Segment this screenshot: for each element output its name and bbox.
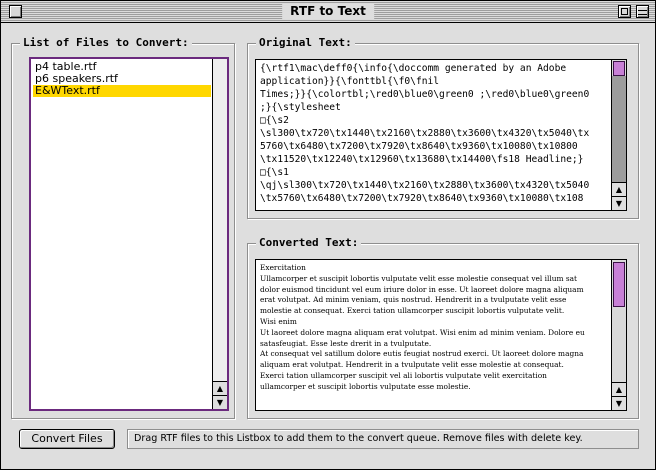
converted-text-line: erat volutpat. Ad minim veniam, quis nos… xyxy=(260,295,567,305)
converted-text-line: dolor euismod tincidunt vel eum iriure d… xyxy=(260,284,584,294)
window-title: RTF to Text xyxy=(282,4,374,19)
file-list-scrollbar[interactable]: ▲ ▼ xyxy=(212,59,227,409)
scroll-down-arrow-icon[interactable]: ▼ xyxy=(213,395,227,409)
scroll-track[interactable] xyxy=(612,76,626,182)
scroll-thumb[interactable] xyxy=(613,61,625,76)
file-list-item[interactable]: E&WText.rtf xyxy=(33,85,211,97)
original-text-area[interactable]: {\rtf1\mac\deff0{\info{\doccomm generate… xyxy=(255,59,627,211)
original-text-line: application}}{\fonttbl{\f0\fnil xyxy=(260,76,440,87)
converted-text-line: Wisi enim xyxy=(260,316,297,326)
scroll-down-arrow-icon[interactable]: ▼ xyxy=(612,396,626,410)
original-text-content: {\rtf1\mac\deff0{\info{\doccomm generate… xyxy=(260,62,608,210)
convert-files-button[interactable]: Convert Files xyxy=(19,429,115,449)
converted-text-line: Exerci tation ullamcorper suscipit vel a… xyxy=(260,370,547,380)
converted-text-line: satasfeugiat. Esse leste drerit in a tvu… xyxy=(260,338,432,348)
converted-text-line: Ut laoreet dolore magna aliquam erat vol… xyxy=(260,327,585,337)
original-text-line: {\rtf1\mac\deff0{\info{\doccomm generate… xyxy=(260,63,567,74)
scroll-down-arrow-icon[interactable]: ▼ xyxy=(612,196,626,210)
status-message: Drag RTF files to this Listbox to add th… xyxy=(127,429,639,449)
original-text-line: □{\s2 xyxy=(260,115,289,126)
original-text-line: \tx5760\tx6480\tx7200\tx7920\tx8640\tx93… xyxy=(260,193,584,204)
file-list-items: p4 table.rtf p6 speakers.rtf E&WText.rtf xyxy=(33,61,211,409)
converted-text-label: Converted Text: xyxy=(256,236,362,250)
original-text-line: □{\s1 xyxy=(260,167,289,178)
converted-text-line: molestie at consequat. Exerci tation ull… xyxy=(260,306,565,316)
converted-text-line: Exercitation xyxy=(260,263,306,272)
original-text-line: \sl300\tx720\tx1440\tx2160\tx2880\tx3600… xyxy=(260,128,590,139)
close-box-icon[interactable] xyxy=(9,5,22,18)
converted-text-area[interactable]: Exercitation Ullamcorper et suscipit lobo… xyxy=(255,259,627,411)
zoom-box-icon[interactable] xyxy=(618,5,631,18)
original-text-scrollbar[interactable]: ▲ ▼ xyxy=(611,60,626,210)
scroll-thumb[interactable] xyxy=(613,262,625,307)
files-group-label: List of Files to Convert: xyxy=(20,36,192,50)
original-text-line: ;}{\stylesheet xyxy=(260,102,341,113)
converted-text-line: Ullamcorper et suscipit lobortis vulputa… xyxy=(260,273,577,283)
original-text-label: Original Text: xyxy=(256,36,355,50)
scroll-up-arrow-icon[interactable]: ▲ xyxy=(612,182,626,196)
converted-text-scrollbar[interactable]: ▲ ▼ xyxy=(611,260,626,410)
title-bar[interactable]: RTF to Text xyxy=(1,1,655,23)
converted-text-line: ullamcorper et suscipit lobortis vulputa… xyxy=(260,381,471,391)
app-window: RTF to Text List of Files to Convert: p4… xyxy=(0,0,656,470)
converted-text-line: aliquam erat volutpat. Hendrerit in a tv… xyxy=(260,360,564,370)
scroll-up-arrow-icon[interactable]: ▲ xyxy=(213,381,227,395)
original-text-line: \qj\sl300\tx720\tx1440\tx2160\tx2880\tx3… xyxy=(260,180,590,191)
file-listbox[interactable]: p4 table.rtf p6 speakers.rtf E&WText.rtf ▲… xyxy=(29,57,229,411)
converted-text-content: Exercitation Ullamcorper et suscipit lobo… xyxy=(260,263,608,410)
original-text-line: \tx11520\tx12240\tx12960\tx13680\tx14400… xyxy=(260,154,584,165)
original-text-line: Times;}}{\colortbl;\red0\blue0\green0 ;\… xyxy=(260,89,590,100)
collapse-box-icon[interactable] xyxy=(636,5,649,18)
original-text-line: 5760\tx6480\tx7200\tx7920\tx8640\tx9360\… xyxy=(260,141,578,152)
scroll-up-arrow-icon[interactable]: ▲ xyxy=(612,382,626,396)
converted-text-line: At consequat vel satillum dolore eutis f… xyxy=(260,349,584,359)
